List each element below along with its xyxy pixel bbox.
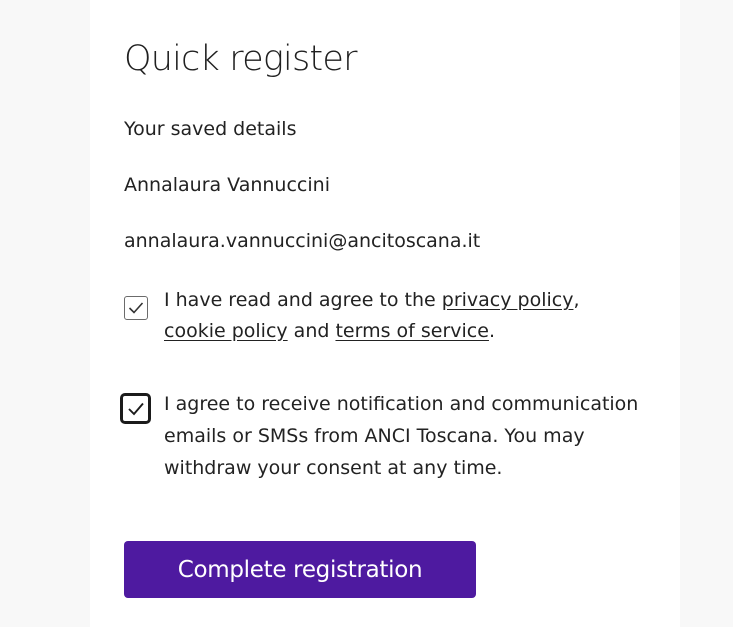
terms-consent-period: . (488, 320, 495, 342)
terms-of-service-link[interactable]: terms of service (335, 320, 488, 342)
page-background-right (680, 0, 733, 627)
complete-registration-button[interactable]: Complete registration (124, 541, 476, 598)
checkmark-icon (128, 302, 144, 314)
privacy-policy-link[interactable]: privacy policy (442, 289, 574, 311)
page-background-left (0, 0, 90, 627)
terms-consent-comma: , (573, 289, 580, 311)
page-title: Quick register (124, 39, 357, 79)
quick-register-card: Quick register Your saved details Annala… (90, 14, 680, 614)
terms-consent-label: I have read and agree to the privacy pol… (164, 285, 674, 347)
cookie-policy-link[interactable]: cookie policy (164, 320, 288, 342)
terms-consent-text: I have read and agree to the (164, 289, 442, 311)
marketing-consent-label: I agree to receive notification and comm… (164, 393, 639, 479)
terms-consent-checkbox[interactable] (124, 296, 148, 320)
terms-consent-and: and (287, 320, 336, 342)
checkmark-icon (127, 402, 144, 415)
saved-name: Annalaura Vannuccini (124, 174, 330, 196)
saved-details-heading: Your saved details (124, 118, 297, 140)
marketing-consent-checkbox[interactable] (120, 393, 151, 424)
saved-email: annalaura.vannuccini@ancitoscana.it (124, 230, 481, 252)
